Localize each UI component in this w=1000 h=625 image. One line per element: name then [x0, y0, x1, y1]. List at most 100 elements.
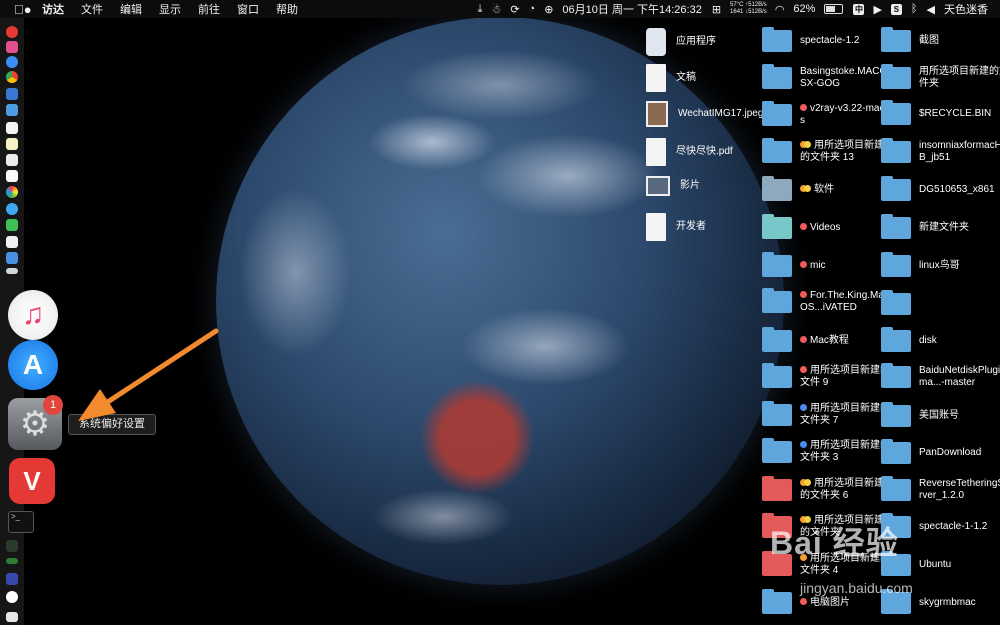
monitor-icon[interactable]: ◔ — [529, 3, 536, 15]
dock-app-bar-icon[interactable] — [6, 558, 18, 564]
notification-badge: 1 — [43, 395, 63, 415]
desktop-folder[interactable] — [881, 290, 1000, 315]
dock-app-dark-icon[interactable] — [6, 540, 18, 552]
dock-app-pink-icon[interactable] — [6, 41, 18, 53]
desktop-folder[interactable]: Mac教程 — [762, 327, 892, 352]
download-icon[interactable]: ⤓ — [478, 3, 483, 16]
sync-icon[interactable]: ⟳ — [510, 3, 519, 16]
dock-app-small-icon[interactable] — [6, 268, 18, 274]
desktop-item[interactable]: 文稿 — [646, 64, 768, 92]
desktop-folder[interactable]: $RECYCLE.BIN — [881, 100, 1000, 125]
yellow-tag-icon — [804, 141, 811, 148]
dock-app-safari-icon[interactable] — [6, 56, 18, 68]
desktop-folder[interactable]: 用所选项目新建的文件夹 6 — [762, 476, 892, 502]
desktop-folder[interactable]: Ubuntu — [881, 551, 1000, 576]
desktop-folder[interactable]: DG510653_x861 — [881, 176, 1000, 201]
menu-go[interactable]: 前往 — [198, 1, 220, 17]
desktop-folder[interactable]: BaiduNetdiskPlugin-ma...-master — [881, 363, 1000, 389]
s-app-icon[interactable]: S — [890, 3, 902, 15]
menu-edit[interactable]: 编辑 — [120, 1, 142, 17]
desktop-folder[interactable]: 新建文件夹 — [881, 214, 1000, 239]
image-file-icon — [646, 101, 668, 127]
ghost-icon[interactable]: ☃ — [491, 3, 501, 16]
folder-icon — [762, 27, 792, 52]
menu-bar: ● 访达 文件 编辑 显示 前往 窗口 帮助 ⤓ ☃ ⟳ ◔ ⊕ 06月10日… — [0, 0, 1000, 18]
dock-app-notes-icon[interactable] — [6, 138, 18, 150]
desktop-folder[interactable]: 截图 — [881, 27, 1000, 52]
dock-app-chrome-icon[interactable] — [6, 71, 18, 83]
dock-app-keynote-icon[interactable] — [6, 252, 18, 264]
system-stats[interactable]: 57°C ↑512B/s 1641 ↓512B/s — [730, 2, 767, 16]
dock-app-red-icon[interactable] — [6, 26, 18, 38]
battery-percent[interactable]: 62% — [793, 3, 815, 15]
desktop-folder[interactable]: PanDownload — [881, 439, 1000, 464]
menu-window[interactable]: 窗口 — [237, 1, 259, 17]
desktop-folder[interactable]: spectacle-1-1.2 — [881, 513, 1000, 538]
developer-file-icon — [646, 213, 666, 241]
dock-app-yandex-icon[interactable] — [6, 591, 18, 603]
folder-icon — [762, 288, 792, 313]
desktop-folder[interactable]: Basingstoke.MACOSX-GOG — [762, 64, 892, 90]
desktop-item[interactable]: 开发者 — [646, 213, 768, 241]
dock-app-last-icon[interactable] — [6, 612, 18, 622]
desktop-folder[interactable]: insomniaxformacHHB_jb51 — [881, 138, 1000, 164]
volume-icon[interactable]: ◀ — [927, 3, 935, 16]
folder-icon — [762, 64, 792, 89]
bluetooth-icon[interactable]: ᛒ — [911, 3, 918, 15]
desktop-folder[interactable]: ReverseTetheringServer_1.2.0 — [881, 476, 1000, 502]
menu-help[interactable]: 帮助 — [276, 1, 298, 17]
itunes-icon[interactable]: ♫ — [8, 290, 58, 340]
dock-app-colorful-icon[interactable] — [6, 186, 18, 198]
folder-icon — [881, 64, 911, 89]
desktop-folder[interactable]: 用所选项目新建的文件夹 7 — [762, 401, 892, 427]
desktop-folder[interactable]: 用所选项目新建的文件 9 — [762, 363, 892, 389]
desktop-folder[interactable]: 用所选项目新建的文件夹 — [881, 64, 1000, 90]
desktop-folder[interactable]: For.The.King.MacOS...iVATED — [762, 288, 892, 314]
desktop-folder[interactable]: 用所选项目新建的文件夹 3 — [762, 438, 892, 464]
desktop-item[interactable]: 影片 — [646, 176, 772, 196]
music-control-icon[interactable]: ▶ — [873, 3, 881, 16]
desktop-folder[interactable]: v2ray-v3.22-macos — [762, 101, 892, 127]
input-method-icon[interactable]: 中 — [853, 3, 865, 15]
folder-icon — [762, 176, 792, 201]
dock-app-calendar-icon[interactable] — [6, 122, 18, 134]
desktop-folder[interactable]: Videos — [762, 214, 892, 239]
menu-file[interactable]: 文件 — [81, 1, 103, 17]
terminal-icon[interactable]: >_ — [8, 511, 34, 533]
dock-app-doc-icon[interactable] — [6, 154, 18, 166]
dock-app-numbers-icon[interactable] — [6, 236, 18, 248]
red-tag-icon — [800, 336, 807, 343]
dock-app-messages-icon[interactable] — [6, 203, 18, 215]
user-name[interactable]: 天色迷香 — [944, 1, 988, 17]
folder-icon — [881, 402, 911, 427]
dock-app-photo-icon[interactable] — [6, 104, 18, 116]
menu-view[interactable]: 显示 — [159, 1, 181, 17]
desktop-item[interactable]: WechatIMG17.jpeg — [646, 101, 770, 127]
dock-app-vpn-icon[interactable] — [6, 573, 18, 585]
red-tag-icon — [800, 366, 807, 373]
folder-icon — [881, 327, 911, 352]
wifi-icon[interactable]: ◠ — [775, 3, 785, 16]
windows-icon[interactable]: ⊞ — [712, 3, 721, 16]
desktop-item[interactable]: 应用程序 — [646, 28, 768, 56]
clock[interactable]: 06月10日 周一 下午14:26:32 — [562, 1, 701, 17]
dock-app-facetime-icon[interactable] — [6, 219, 18, 231]
dock-app-blue-icon[interactable] — [6, 88, 18, 100]
battery-icon[interactable] — [824, 4, 844, 14]
globe-icon[interactable]: ⊕ — [544, 3, 553, 16]
apple-menu-icon[interactable]: ● — [14, 2, 32, 17]
red-tag-icon — [800, 223, 807, 230]
desktop-folder[interactable]: disk — [881, 327, 1000, 352]
menu-finder[interactable]: 访达 — [42, 1, 64, 17]
desktop-folder[interactable]: 美国账号 — [881, 402, 1000, 427]
desktop-folder[interactable]: mic — [762, 252, 892, 277]
folder-icon — [762, 363, 792, 388]
desktop-folder[interactable]: 用所选项目新建的文件夹 13 — [762, 138, 892, 164]
app-store-icon[interactable]: A — [8, 340, 58, 390]
desktop-folder[interactable]: linux鸟哥 — [881, 252, 1000, 277]
desktop-folder[interactable]: 软件 — [762, 176, 892, 201]
desktop-folder[interactable]: spectacle-1.2 — [762, 27, 892, 52]
dock-app-reminders-icon[interactable] — [6, 170, 18, 182]
vivaldi-icon[interactable]: V — [9, 458, 55, 504]
desktop-item[interactable]: 尽快尽快.pdf — [646, 138, 768, 166]
